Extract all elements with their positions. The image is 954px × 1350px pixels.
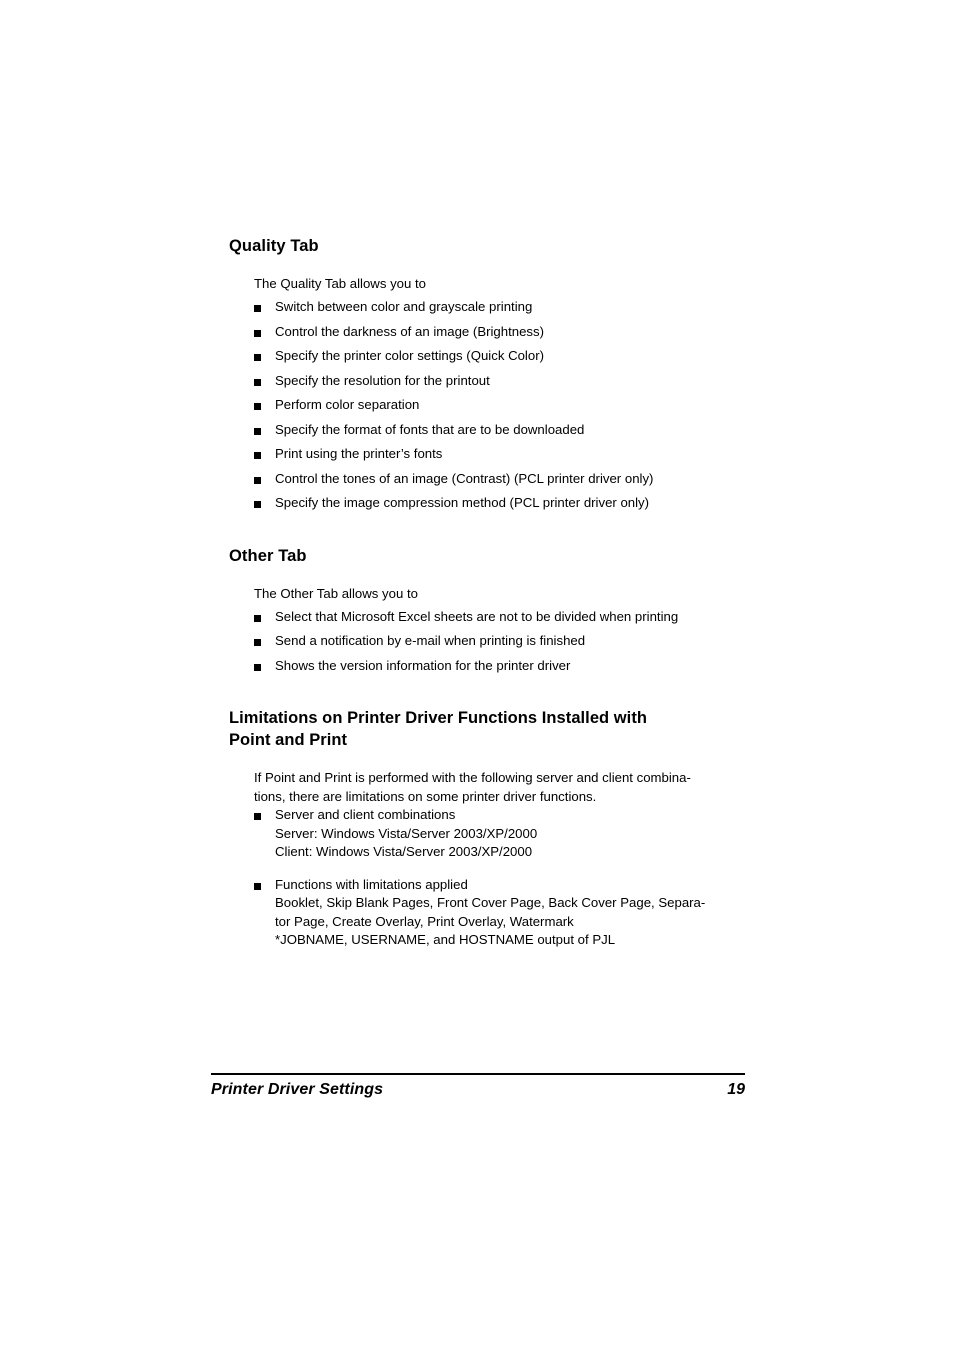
footer-row: Printer Driver Settings 19 [211,1081,745,1099]
list-item: Switch between color and grayscale print… [254,298,749,317]
square-bullet-icon [254,639,261,646]
square-bullet-icon [254,476,261,484]
list-item-label: Shows the version information for the pr… [275,657,571,673]
list-item: Print using the printer’s fonts [254,445,749,464]
list-item-label: Specify the printer color settings (Quic… [275,348,544,363]
square-bullet-icon [254,663,261,671]
square-bullet-icon [254,403,261,410]
quality-tab-bullet-list: Switch between color and grayscale print… [254,298,749,513]
heading-other-tab: Other Tab [229,546,307,565]
list-item-label: Control the darkness of an image (Bright… [275,323,545,339]
page-content: Quality Tab The Quality Tab allows you t… [229,236,749,950]
limitations-paragraph-line1: If Point and Print is performed with the… [254,770,691,785]
list-item: Functions with limitations applied Bookl… [254,876,749,950]
limitations-paragraph-line2: tions, there are limitations on some pri… [254,788,597,804]
list-item: Server and client combinations Server: W… [254,806,749,862]
list-item-label: Print using the printer’s fonts [275,446,443,461]
list-item-label: Server and client combinations [275,807,456,822]
square-bullet-icon [254,882,261,890]
list-item: Control the darkness of an image (Bright… [254,323,749,342]
list-item: Specify the resolution for the printout [254,372,749,391]
list-item-label: Send a notification by e-mail when print… [275,633,586,648]
other-tab-bullet-list: Select that Microsoft Excel sheets are n… [254,608,749,676]
list-item: Control the tones of an image (Contrast)… [254,470,749,489]
list-item-label: Functions with limitations applied [275,876,468,892]
list-item: Specify the image compression method (PC… [254,494,749,513]
list-item-label: Switch between color and grayscale print… [275,299,533,314]
list-item-label: Specify the resolution for the printout [275,372,490,388]
heading-quality-tab: Quality Tab [229,237,319,255]
other-tab-body: The Other Tab allows you to Select that … [254,585,749,676]
square-bullet-icon [254,305,261,312]
footer-divider [211,1073,745,1075]
list-item-subline: Server: Windows Vista/Server 2003/XP/200… [275,825,538,841]
list-item-subline: tor Page, Create Overlay, Print Overlay,… [275,913,574,929]
square-bullet-icon [254,452,261,459]
square-bullet-icon [254,501,261,508]
list-item-label: Control the tones of an image (Contrast)… [275,470,654,486]
square-bullet-icon [254,378,261,386]
list-item: Shows the version information for the pr… [254,657,749,676]
footer-page-number: 19 [727,1080,745,1098]
list-item-subline: Client: Windows Vista/Server 2003/XP/200… [275,844,533,859]
list-item-subline: Booklet, Skip Blank Pages, Front Cover P… [275,895,706,910]
document-page: Quality Tab The Quality Tab allows you t… [0,0,954,1350]
square-bullet-icon [254,813,261,820]
page-footer: Printer Driver Settings 19 [211,1073,745,1099]
list-item-label: Select that Microsoft Excel sheets are n… [275,608,679,624]
list-item: Perform color separation [254,396,749,415]
list-item-subline: *JOBNAME, USERNAME, and HOSTNAME output … [275,932,616,947]
quality-tab-lead: The Quality Tab allows you to [254,276,427,291]
heading-limitations: Limitations on Printer Driver Functions … [229,708,729,751]
limitations-paragraph: If Point and Print is performed with the… [254,769,736,806]
list-item-label: Perform color separation [275,397,420,412]
list-item-label: Specify the image compression method (PC… [275,495,650,510]
heading-limitations-line2: Point and Print [229,730,348,749]
limitations-bullet-list: Server and client combinations Server: W… [254,806,749,950]
quality-tab-body: The Quality Tab allows you to Switch bet… [254,275,749,513]
square-bullet-icon [254,354,261,361]
limitations-body: If Point and Print is performed with the… [254,769,749,950]
list-item-label: Specify the format of fonts that are to … [275,421,585,437]
footer-title: Printer Driver Settings [211,1080,384,1098]
square-bullet-icon [254,614,261,622]
list-item: Specify the format of fonts that are to … [254,421,749,440]
square-bullet-icon [254,427,261,435]
heading-limitations-line1: Limitations on Printer Driver Functions … [229,709,647,727]
list-item: Select that Microsoft Excel sheets are n… [254,608,749,627]
square-bullet-icon [254,329,261,337]
list-item: Specify the printer color settings (Quic… [254,347,749,366]
list-item: Send a notification by e-mail when print… [254,632,749,651]
other-tab-lead: The Other Tab allows you to [254,585,418,601]
